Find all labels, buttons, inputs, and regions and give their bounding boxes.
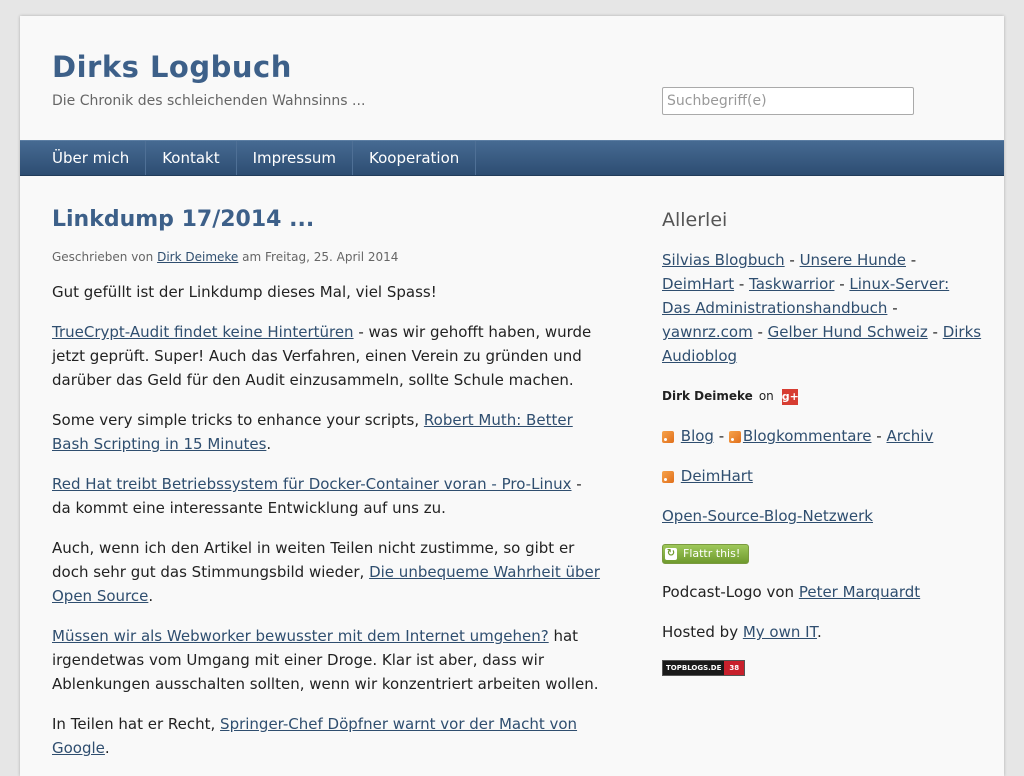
paragraph-text: In Teilen hat er Recht, bbox=[52, 715, 221, 733]
paragraph-text: . bbox=[104, 739, 110, 757]
blogroll-link[interactable]: yawnrz.com bbox=[662, 323, 753, 341]
flattr-icon: ↻ bbox=[665, 548, 677, 560]
blogroll-link[interactable]: DeimHart bbox=[662, 275, 734, 293]
blogroll-link[interactable]: Taskwarrior bbox=[749, 275, 834, 293]
feed-link-comments[interactable]: Blogkommentare bbox=[743, 427, 872, 445]
post-paragraph: Müssen wir als Webworker bewusster mit d… bbox=[52, 624, 602, 696]
site-header: Dirks Logbuch Die Chronik des schleichen… bbox=[20, 16, 1004, 140]
hosted-text: Hosted by bbox=[662, 623, 743, 641]
paragraph-text: . bbox=[266, 435, 272, 453]
credit-link[interactable]: Peter Marquardt bbox=[799, 583, 920, 601]
gplus-line: Dirk Deimeke on g+ bbox=[662, 384, 982, 408]
widget-title: Allerlei bbox=[662, 209, 728, 231]
byline-prefix: Geschrieben von bbox=[52, 250, 154, 264]
author-link[interactable]: Dirk Deimeke bbox=[157, 250, 238, 264]
post-link[interactable]: Red Hat treibt Betriebssystem für Docker… bbox=[52, 475, 572, 493]
network: Open-Source-Blog-Netzwerk bbox=[662, 504, 982, 528]
blogroll-link[interactable]: Gelber Hund Schweiz bbox=[768, 323, 928, 341]
flattr-label: Flattr this! bbox=[683, 547, 741, 560]
feed-link-deimhart[interactable]: DeimHart bbox=[681, 467, 753, 485]
sidebar: Allerlei Silvias Blogbuch - Unsere Hunde… bbox=[662, 206, 982, 677]
hosted-period: . bbox=[816, 623, 822, 641]
gplus-name: Dirk Deimeke bbox=[662, 389, 753, 403]
blogroll-link[interactable]: Silvias Blogbuch bbox=[662, 251, 785, 269]
post-paragraph: Red Hat treibt Betriebssystem für Docker… bbox=[52, 472, 602, 520]
feeds: Blog - Blogkommentare - Archiv bbox=[662, 424, 982, 448]
topblogs-badge[interactable]: TOPBLOGS.DE 38 bbox=[662, 660, 746, 676]
feed-link-blog[interactable]: Blog bbox=[681, 427, 714, 445]
page: Dirks Logbuch Die Chronik des schleichen… bbox=[20, 16, 1004, 776]
site-title[interactable]: Dirks Logbuch bbox=[52, 50, 292, 84]
google-plus-icon[interactable]: g+ bbox=[781, 388, 799, 405]
post-title[interactable]: Linkdump 17/2014 ... bbox=[52, 206, 602, 234]
post-paragraph: TrueCrypt-Audit findet keine Hintertüren… bbox=[52, 320, 602, 392]
blogroll: Silvias Blogbuch - Unsere Hunde - DeimHa… bbox=[662, 251, 982, 365]
post-byline: Geschrieben von Dirk Deimeke am Freitag,… bbox=[52, 248, 602, 266]
hosted-link[interactable]: My own IT bbox=[743, 623, 817, 641]
podcast-credit: Podcast-Logo von Peter Marquardt bbox=[662, 580, 982, 604]
nav-item-about[interactable]: Über mich bbox=[36, 141, 147, 175]
post: Linkdump 17/2014 ... Geschrieben von Dir… bbox=[52, 206, 602, 760]
badge-label: TOPBLOGS.DE bbox=[663, 661, 725, 675]
flattr-button[interactable]: ↻ Flattr this! bbox=[662, 544, 750, 564]
feeds-deimhart: DeimHart bbox=[662, 464, 982, 488]
post-link[interactable]: Müssen wir als Webworker bewusster mit d… bbox=[52, 627, 549, 645]
post-link[interactable]: TrueCrypt-Audit findet keine Hintertüren bbox=[52, 323, 354, 341]
post-intro: Gut gefüllt ist der Linkdump dieses Mal,… bbox=[52, 283, 437, 301]
rss-icon bbox=[728, 430, 741, 443]
nav-item-contact[interactable]: Kontakt bbox=[146, 141, 237, 175]
post-date: am Freitag, 25. April 2014 bbox=[242, 250, 399, 264]
archive-link[interactable]: Archiv bbox=[886, 427, 933, 445]
blogroll-link[interactable]: Unsere Hunde bbox=[800, 251, 906, 269]
post-paragraph: Auch, wenn ich den Artikel in weiten Tei… bbox=[52, 536, 602, 608]
rss-icon bbox=[662, 430, 674, 443]
post-paragraph: In Teilen hat er Recht, Springer-Chef Dö… bbox=[52, 712, 602, 760]
rss-icon bbox=[662, 470, 674, 483]
badge-rank: 38 bbox=[724, 661, 745, 675]
paragraph-text: . bbox=[148, 587, 154, 605]
hosted-by: Hosted by My own IT. bbox=[662, 620, 982, 644]
paragraph-text: Some very simple tricks to enhance your … bbox=[52, 411, 424, 429]
post-paragraph: Some very simple tricks to enhance your … bbox=[52, 408, 602, 456]
nav-item-imprint[interactable]: Impressum bbox=[237, 141, 353, 175]
search-input[interactable] bbox=[662, 87, 914, 115]
network-link[interactable]: Open-Source-Blog-Netzwerk bbox=[662, 507, 873, 525]
nav-item-cooperation[interactable]: Kooperation bbox=[353, 141, 477, 175]
credit-text: Podcast-Logo von bbox=[662, 583, 799, 601]
site-description: Die Chronik des schleichenden Wahnsinns … bbox=[52, 93, 366, 109]
main-nav: Über mich Kontakt Impressum Kooperation bbox=[20, 140, 1004, 176]
gplus-on: on bbox=[758, 389, 774, 403]
